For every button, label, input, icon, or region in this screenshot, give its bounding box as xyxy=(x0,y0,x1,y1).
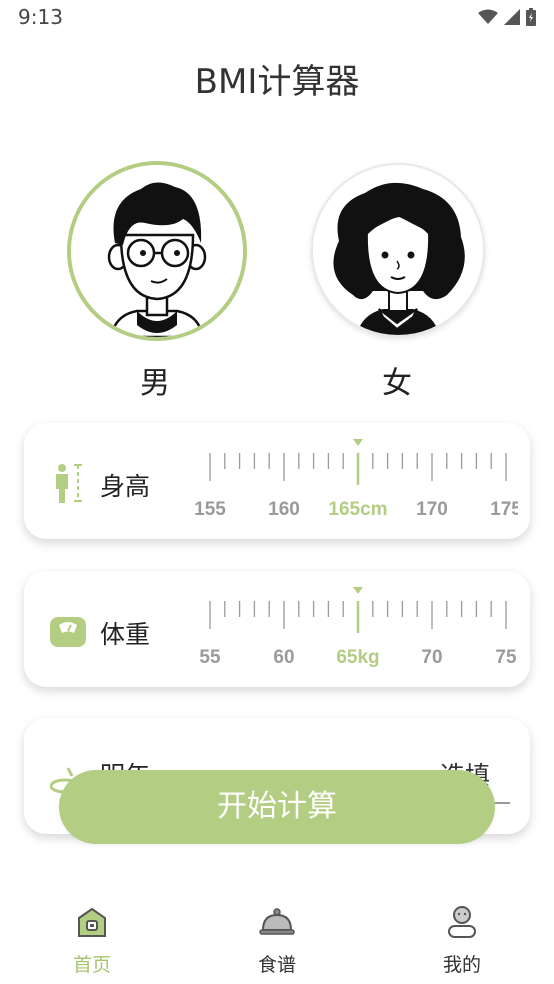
height-person-icon xyxy=(56,464,82,503)
weight-ruler-slider[interactable]: 55 60 65kg 70 75 xyxy=(182,585,518,675)
boy-avatar-icon xyxy=(71,165,243,337)
weight-tick-label: 55 xyxy=(199,647,221,668)
start-calculate-button[interactable]: 开始计算 xyxy=(59,770,495,844)
home-icon xyxy=(78,907,106,937)
page-title: BMI计算器 xyxy=(194,62,360,102)
tab-home[interactable]: 首页 xyxy=(32,906,152,977)
weight-marker-icon xyxy=(353,587,363,594)
weight-card: 体重 55 60 65kg 70 75 xyxy=(24,571,530,687)
wifi-icon xyxy=(478,9,498,24)
height-marker-icon xyxy=(353,439,363,446)
weight-label: 体重 xyxy=(100,620,151,649)
scale-icon xyxy=(50,617,86,647)
height-tick-label: 155 xyxy=(194,499,226,520)
signal-icon xyxy=(504,9,520,25)
height-card: 身高 155 160 165cm 170 175 xyxy=(24,423,530,539)
status-time: 9:13 xyxy=(18,5,63,29)
profile-icon xyxy=(448,906,476,938)
male-label[interactable]: 男 xyxy=(115,358,195,402)
tab-profile[interactable]: 我的 xyxy=(402,906,522,977)
female-label[interactable]: 女 xyxy=(357,358,437,402)
tab-recipes[interactable]: 食谱 xyxy=(217,906,337,977)
height-ruler-slider[interactable]: 155 160 165cm 170 175 xyxy=(182,437,518,527)
weight-tick-label: 60 xyxy=(273,647,294,668)
weight-tick-label: 75 xyxy=(495,647,517,668)
girl-avatar-icon xyxy=(313,165,483,335)
weight-tick-label: 65kg xyxy=(336,647,379,668)
battery-icon xyxy=(526,8,536,26)
tab-profile-label: 我的 xyxy=(442,954,481,976)
height-tick-label: 175 xyxy=(490,499,518,520)
female-avatar-button[interactable] xyxy=(311,163,485,337)
weight-tick-label: 70 xyxy=(421,647,442,668)
male-avatar-button[interactable] xyxy=(67,161,247,341)
tab-recipes-label: 食谱 xyxy=(257,954,296,976)
height-tick-label: 160 xyxy=(268,499,300,520)
height-tick-label: 165cm xyxy=(328,499,387,520)
status-bar: 9:13 xyxy=(0,0,554,34)
height-tick-label: 170 xyxy=(416,499,448,520)
tab-home-label: 首页 xyxy=(72,954,111,976)
status-icons xyxy=(478,8,536,26)
dish-cover-icon xyxy=(259,908,295,935)
height-label: 身高 xyxy=(100,472,151,501)
